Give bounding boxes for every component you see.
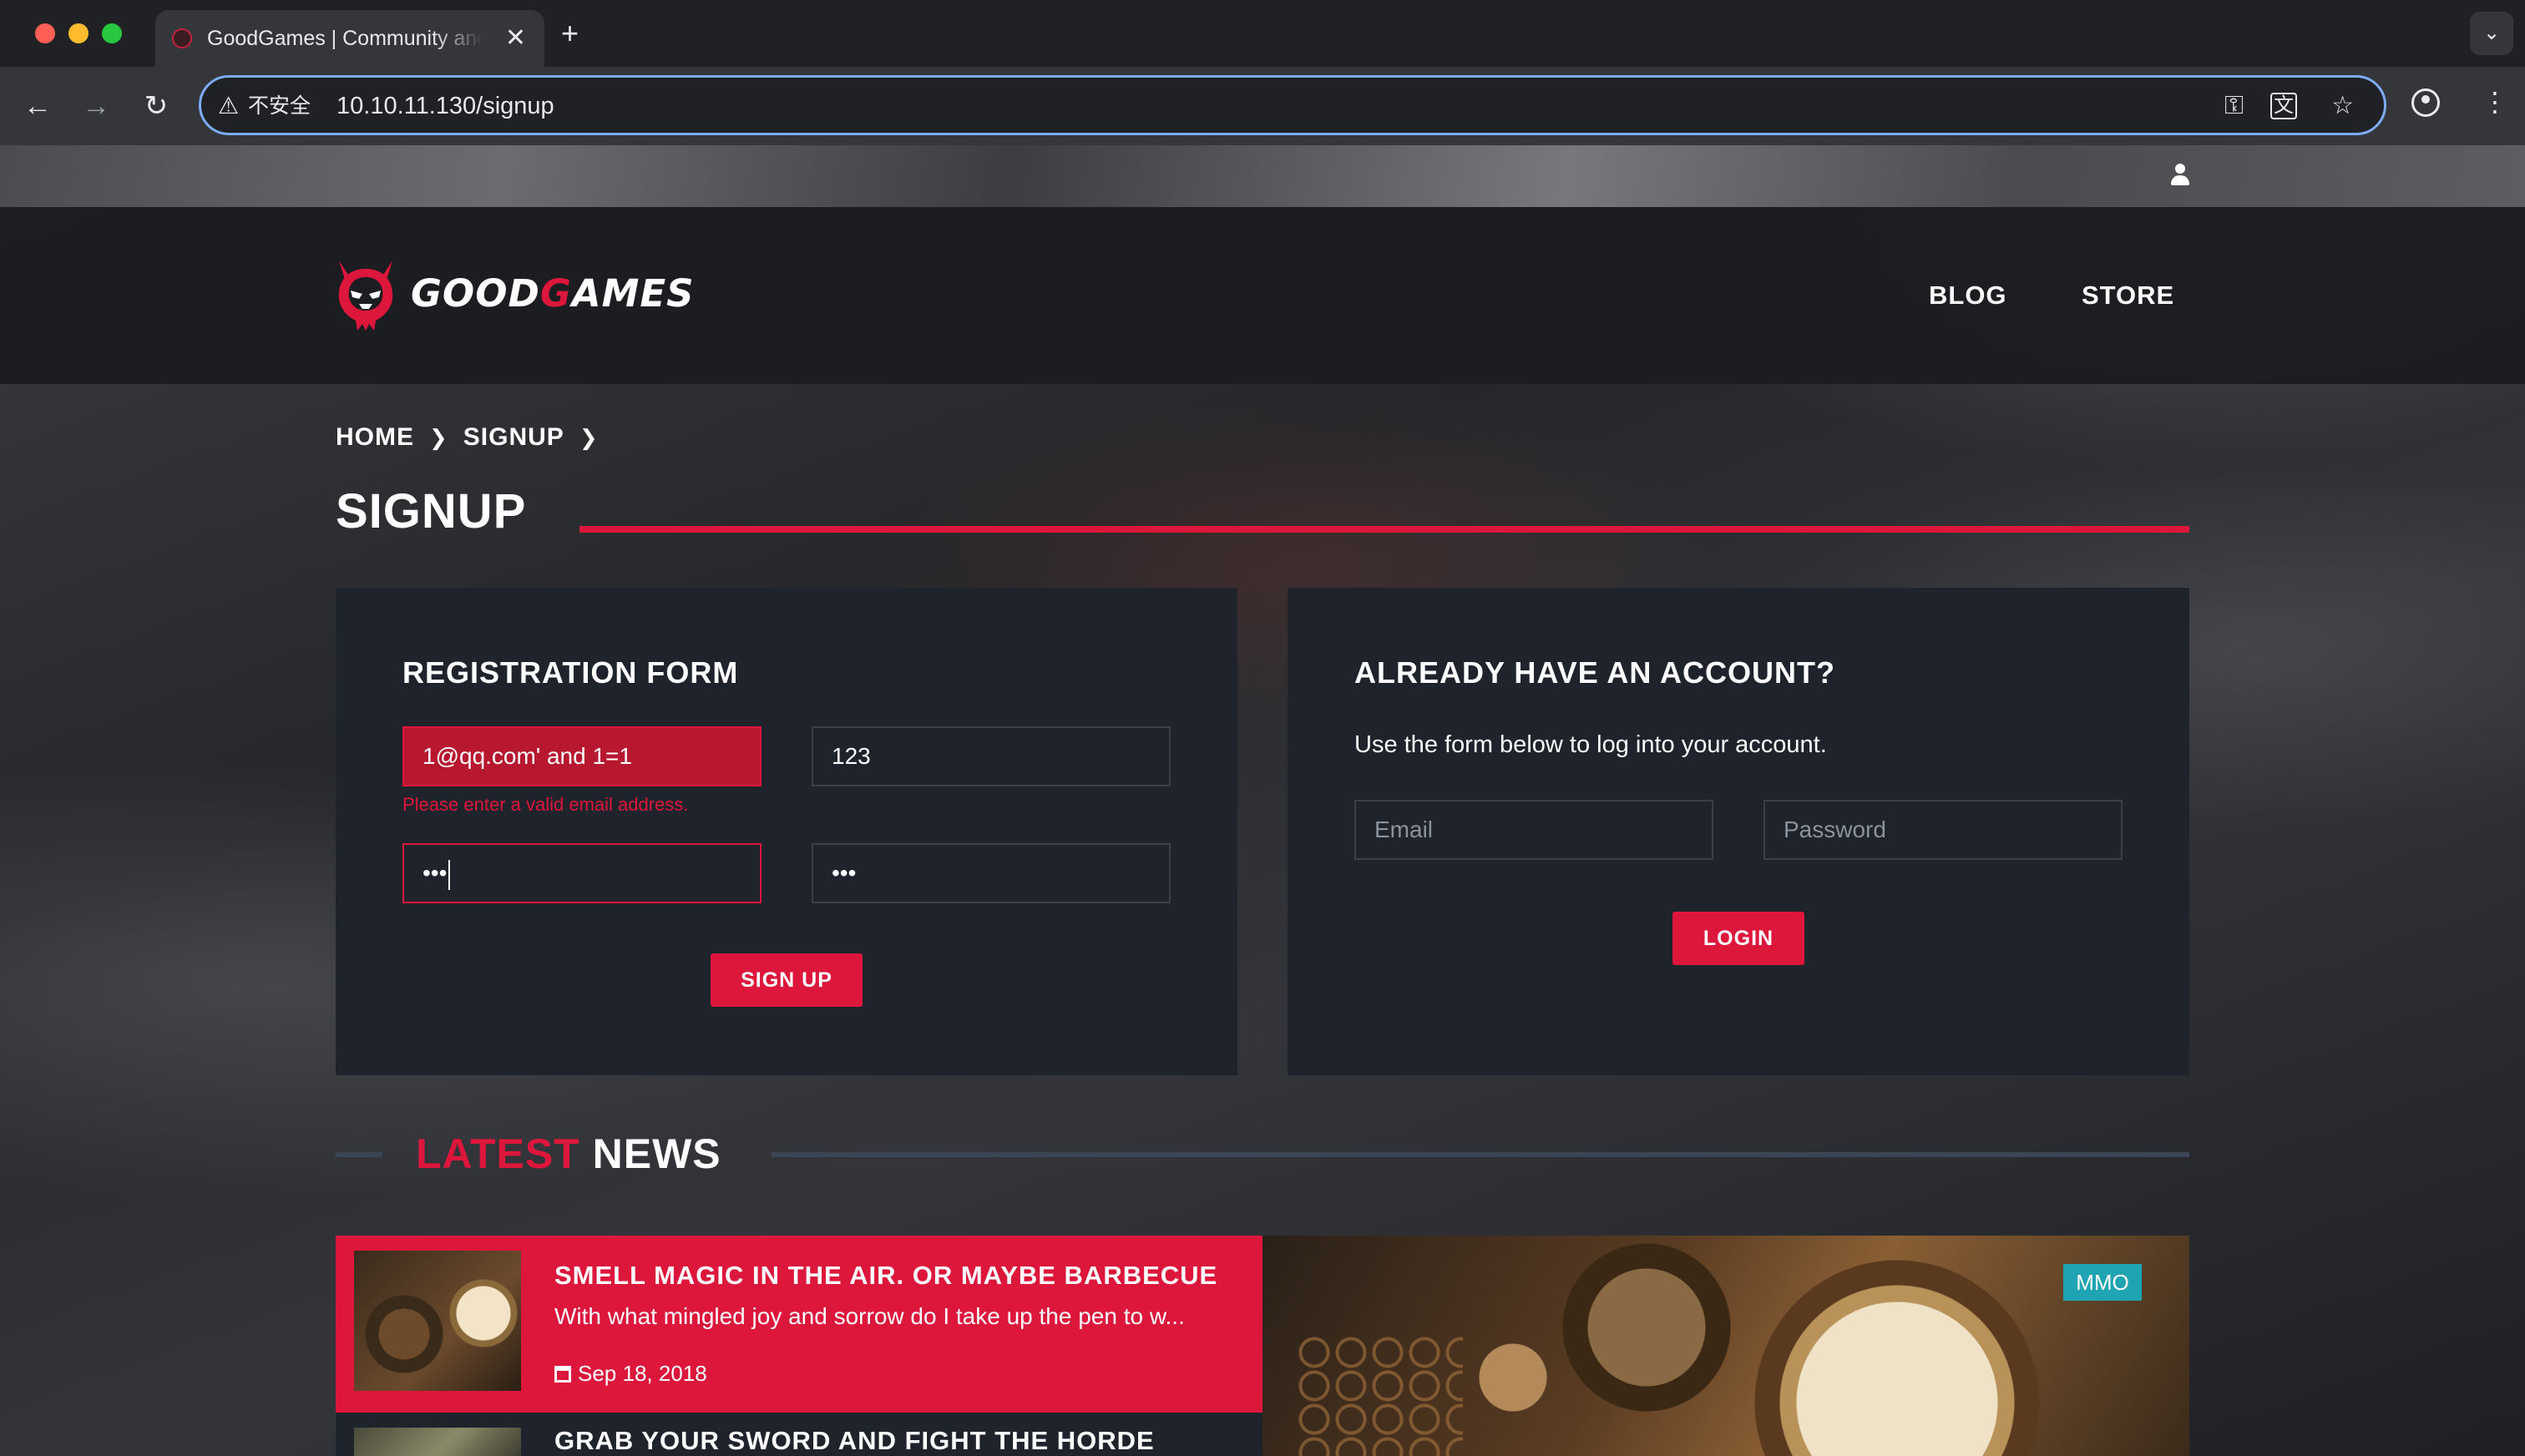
breadcrumb-signup[interactable]: SIGNUP [463, 421, 564, 454]
url-text[interactable]: 10.10.11.130/signup [336, 91, 554, 121]
zoom-window-button[interactable] [102, 23, 122, 43]
registration-panel: REGISTRATION FORM 1@qq.com' and 1=1 123 … [336, 588, 1237, 1075]
back-arrow-icon[interactable]: ← [18, 87, 57, 125]
email-error-message: Please enter a valid email address. [402, 794, 689, 815]
news-item-title[interactable]: SMELL MAGIC IN THE AIR. OR MAYBE BARBECU… [554, 1259, 1217, 1292]
breadcrumb: HOME ❯ SIGNUP ❯ [336, 421, 614, 454]
news-list-item[interactable]: GRAB YOUR SWORD AND FIGHT THE HORDE [336, 1413, 1262, 1456]
chevron-right-icon: ❯ [579, 425, 599, 450]
logo-mark-icon[interactable] [331, 257, 401, 332]
top-strip [0, 145, 2525, 207]
tab-title: GoodGames | Community and Store [207, 27, 483, 50]
password-field[interactable]: ••• [402, 843, 762, 903]
news-item-title[interactable]: GRAB YOUR SWORD AND FIGHT THE HORDE [554, 1424, 1155, 1456]
news-thumbnail[interactable] [354, 1251, 521, 1391]
news-item-excerpt: With what mingled joy and sorrow do I ta… [554, 1303, 1185, 1329]
login-password-field[interactable]: Password [1763, 800, 2123, 860]
site-logo-text[interactable]: GOODGAMES [411, 267, 695, 321]
news-item-date: Sep 18, 2018 [554, 1359, 707, 1388]
page-content: GOODGAMES BLOG STORE HOME ❯ SIGNUP ❯ SIGNUP… [0, 145, 2525, 1456]
login-heading: ALREADY HAVE AN ACCOUNT? [1354, 655, 1836, 690]
user-icon[interactable] [2169, 164, 2191, 189]
login-subtext: Use the form below to log into your acco… [1354, 731, 1827, 758]
close-tab-icon[interactable]: ✕ [505, 25, 526, 52]
latest-news-heading: LATEST NEWS [416, 1130, 721, 1177]
news-divider-right [772, 1152, 2189, 1157]
category-badge[interactable]: MMO [2063, 1264, 2142, 1301]
tab-search-button[interactable]: ⌄ [2470, 12, 2513, 55]
minimize-window-button[interactable] [68, 23, 89, 43]
login-email-field[interactable]: Email [1354, 800, 1713, 860]
calendar-icon [554, 1366, 571, 1383]
kebab-menu-icon[interactable]: ⋮ [2482, 85, 2508, 119]
nav-store-link[interactable]: STORE [2082, 279, 2174, 312]
confirm-password-field[interactable]: ••• [812, 843, 1171, 903]
translate-icon[interactable]: 文 [2270, 93, 2297, 119]
featured-news-image[interactable] [1262, 1236, 2189, 1456]
page-title: SIGNUP [336, 484, 527, 538]
name-field[interactable]: 123 [812, 726, 1171, 786]
security-label[interactable]: 不安全 [248, 93, 311, 119]
site-header: GOODGAMES BLOG STORE [0, 207, 2525, 384]
login-panel: ALREADY HAVE AN ACCOUNT? Use the form be… [1288, 588, 2189, 1075]
registration-heading: REGISTRATION FORM [402, 655, 739, 690]
news-divider-left [336, 1152, 382, 1157]
browser-tab[interactable]: GoodGames | Community and Store ✕ [155, 10, 544, 67]
profile-icon[interactable] [2411, 88, 2440, 117]
news-list-item[interactable]: SMELL MAGIC IN THE AIR. OR MAYBE BARBECU… [336, 1236, 1262, 1413]
browser-tab-bar: GoodGames | Community and Store ✕ + ⌄ [0, 0, 2525, 67]
key-icon[interactable]: ⚿ [2224, 91, 2244, 121]
nav-blog-link[interactable]: BLOG [1929, 279, 2007, 312]
close-window-button[interactable] [35, 23, 55, 43]
warning-icon[interactable]: ⚠ [218, 93, 239, 119]
sign-up-button[interactable]: SIGN UP [711, 953, 863, 1007]
news-thumbnail[interactable] [354, 1428, 521, 1456]
login-button[interactable]: LOGIN [1672, 912, 1804, 965]
new-tab-icon[interactable]: + [561, 17, 579, 50]
browser-toolbar: ← → ↻ ⚠ 不安全 10.10.11.130/signup ⚿ 文 ☆ ⋮ [0, 67, 2525, 145]
hexagon-pattern [1296, 1336, 1463, 1456]
favicon-icon [172, 28, 192, 48]
title-divider [579, 526, 2189, 533]
forward-arrow-icon[interactable]: → [77, 87, 115, 125]
breadcrumb-home[interactable]: HOME [336, 421, 414, 454]
chevron-right-icon: ❯ [429, 425, 448, 450]
address-bar[interactable]: ⚠ 不安全 10.10.11.130/signup ⚿ 文 ☆ [199, 75, 2386, 135]
reload-icon[interactable]: ↻ [137, 87, 175, 125]
email-field[interactable]: 1@qq.com' and 1=1 [402, 726, 762, 786]
star-icon[interactable]: ☆ [2331, 91, 2354, 121]
